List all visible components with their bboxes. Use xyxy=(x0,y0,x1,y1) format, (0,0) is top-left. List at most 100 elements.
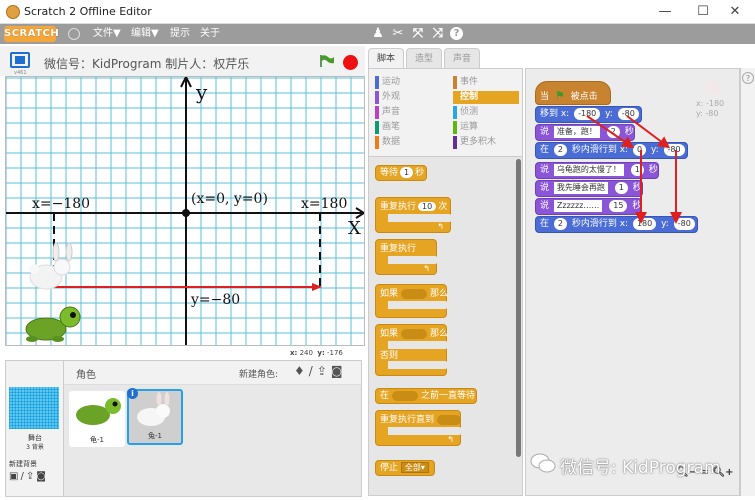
x-axis-label: X xyxy=(348,218,361,239)
category-sound[interactable]: 声音 xyxy=(375,106,445,119)
wechat-icon xyxy=(530,453,556,473)
green-flag-icon[interactable] xyxy=(320,55,334,67)
stage-thumbnail-column: 舞台 3 背景 新建背景 ▣/⇪◙ xyxy=(6,361,64,496)
category-more-blocks[interactable]: 更多积木 xyxy=(453,136,519,149)
number-input[interactable]: 1 xyxy=(614,181,628,194)
number-input[interactable]: 1 xyxy=(630,163,644,176)
sprite-thumb-turtle[interactable]: 龟-1 xyxy=(69,391,125,447)
sprite-thumb-rabbit[interactable]: i 兔-1 xyxy=(127,388,183,445)
minimize-button[interactable]: — xyxy=(650,2,680,22)
number-input[interactable]: 2 xyxy=(553,217,567,230)
number-input[interactable]: 15 xyxy=(609,199,628,212)
script-block-say[interactable]: 说 我先睡会再跑 1 秒 xyxy=(535,180,643,197)
block-forever[interactable]: 重复执行 ↰ xyxy=(375,239,438,275)
block-text: y: xyxy=(650,145,659,155)
mouse-y-value: -176 xyxy=(327,349,343,357)
number-input[interactable]: -80 xyxy=(673,217,695,230)
category-data[interactable]: 数据 xyxy=(375,136,445,149)
category-control[interactable]: 控制 xyxy=(453,91,519,104)
block-text: 移到 x: xyxy=(540,109,570,119)
category-motion[interactable]: 运动 xyxy=(375,76,445,89)
camera-backdrop-icon[interactable]: ◙ xyxy=(36,471,48,482)
script-block-motion[interactable]: 移到 x: -180 y: -80 xyxy=(535,106,642,123)
category-operators[interactable]: 运算 xyxy=(453,121,519,134)
block-text: y: xyxy=(661,219,669,229)
category-pen[interactable]: 画笔 xyxy=(375,121,445,134)
block-repeat-until[interactable]: 重复执行直到 ↰ xyxy=(375,410,462,446)
palette-scrollbar[interactable] xyxy=(516,159,521,457)
scripts-area[interactable]: 当 ⚑ 被点击 移到 x: -180 y: -80 说 准备，跑！ 2 秒 在 … xyxy=(525,68,740,496)
help-icon[interactable]: ? xyxy=(450,27,463,40)
grow-icon[interactable]: ⤧ xyxy=(410,26,426,42)
text-input[interactable]: 我先睡会再跑 xyxy=(553,181,608,194)
menu-edit[interactable]: 编辑▼ xyxy=(131,27,159,41)
delete-cut-icon[interactable]: ✂ xyxy=(390,26,406,42)
watermark-text: 微信号: KidProgram xyxy=(560,458,721,478)
number-input[interactable]: -80 xyxy=(663,143,685,156)
block-if-then[interactable]: 如果 那么 xyxy=(375,284,448,318)
close-button[interactable]: ✕ xyxy=(720,2,750,22)
stage-canvas[interactable]: y X x=−180 x=180 (x=0, y=0) y=−80 xyxy=(5,76,365,346)
maximize-button[interactable]: ☐ xyxy=(688,2,718,22)
block-text: 在 xyxy=(540,145,550,155)
stop-option-dropdown[interactable]: 全部▾ xyxy=(400,462,429,473)
fullscreen-icon[interactable] xyxy=(10,52,30,68)
block-repeat[interactable]: 重复执行 10 次 ↰ xyxy=(375,197,452,233)
sprites-heading: 角色 xyxy=(76,370,96,381)
text-input[interactable]: 准备，跑！ xyxy=(553,125,600,138)
category-events[interactable]: 事件 xyxy=(453,76,519,89)
rabbit-ghost-icon xyxy=(704,79,722,95)
shrink-icon[interactable]: ⤨ xyxy=(430,26,446,42)
stop-sign-icon[interactable] xyxy=(343,55,358,70)
category-looks[interactable]: 外观 xyxy=(375,91,445,104)
number-input[interactable]: 2 xyxy=(606,125,620,138)
number-input[interactable]: 2 xyxy=(553,143,567,156)
tab-sounds[interactable]: 声音 xyxy=(444,48,480,68)
camera-icon[interactable]: ◙ xyxy=(331,364,347,378)
sprite-name: 龟-1 xyxy=(90,436,104,444)
tab-scripts[interactable]: 脚本 xyxy=(368,48,404,68)
category-sensing[interactable]: 侦测 xyxy=(453,106,519,119)
number-input[interactable]: 0 xyxy=(632,143,647,156)
hat-block-when-flag-clicked[interactable]: 当 ⚑ 被点击 xyxy=(535,81,611,105)
block-text: 秒 xyxy=(632,201,642,211)
block-palette: 运动 外观 声音 画笔 数据 事件 控制 侦测 运算 更多积木 等待 1 秒 重复执… xyxy=(368,68,523,496)
help-panel-toggle[interactable]: ? xyxy=(740,68,755,496)
block-if-else[interactable]: 如果 那么 否则 xyxy=(375,324,448,376)
menu-about[interactable]: 关于 xyxy=(200,27,220,41)
text-input[interactable]: Zzzzzz…… xyxy=(553,199,603,212)
menu-file[interactable]: 文件▼ xyxy=(93,27,121,41)
paint-icon[interactable]: / xyxy=(309,364,317,378)
block-wait[interactable]: 等待 1 秒 xyxy=(375,165,427,181)
sprite-pane: 舞台 3 背景 新建背景 ▣/⇪◙ 角色 新建角色: ♦/⇪◙ 龟-1 i 兔-… xyxy=(5,360,362,497)
project-title[interactable]: 微信号：KidProgram 制片人：权芹乐 xyxy=(44,55,249,72)
info-icon[interactable]: i xyxy=(127,388,138,399)
stage-header: v461 微信号：KidProgram 制片人：权芹乐 xyxy=(0,46,365,76)
origin-dot xyxy=(182,209,190,217)
stage-thumbnail[interactable] xyxy=(9,387,59,429)
help-icon[interactable]: ? xyxy=(742,72,754,84)
number-input[interactable]: -180 xyxy=(574,107,601,120)
script-block-say[interactable]: 说 准备，跑！ 2 秒 xyxy=(535,124,635,141)
scratch-cat-icon xyxy=(6,5,20,19)
block-text: 秒内滑行到 x: xyxy=(571,145,629,155)
script-block-motion[interactable]: 在 2 秒内滑行到 x: 0 y: -80 xyxy=(535,142,688,159)
block-wait-until[interactable]: 在之前一直等待 xyxy=(375,388,477,404)
tab-costumes[interactable]: 造型 xyxy=(406,48,442,68)
menu-tips[interactable]: 提示 xyxy=(170,27,190,41)
number-input[interactable]: 180 xyxy=(632,217,657,230)
script-block-motion[interactable]: 在 2 秒内滑行到 x: 180 y: -80 xyxy=(535,216,698,233)
language-globe-icon[interactable] xyxy=(68,28,80,40)
block-stop[interactable]: 停止 全部▾ xyxy=(375,460,435,476)
backdrop-library-icon[interactable]: ▣ xyxy=(9,471,20,482)
script-block-say[interactable]: 说 Zzzzzz…… 15 秒 xyxy=(535,198,643,215)
scratch-logo[interactable]: SCRATCH xyxy=(4,26,59,42)
upload-backdrop-icon[interactable]: ⇪ xyxy=(26,471,36,482)
text-input[interactable]: 乌龟跑的太慢了！ xyxy=(553,163,624,176)
number-input[interactable]: -80 xyxy=(617,107,639,120)
duplicate-stamp-icon[interactable]: ♟ xyxy=(370,26,386,42)
script-block-say[interactable]: 说 乌龟跑的太慢了！ 1 秒 xyxy=(535,162,659,179)
mouse-coordinates: x: 240 y: -176 xyxy=(290,349,343,357)
choose-from-library-icon[interactable]: ♦ xyxy=(294,364,309,378)
upload-icon[interactable]: ⇪ xyxy=(317,364,331,378)
